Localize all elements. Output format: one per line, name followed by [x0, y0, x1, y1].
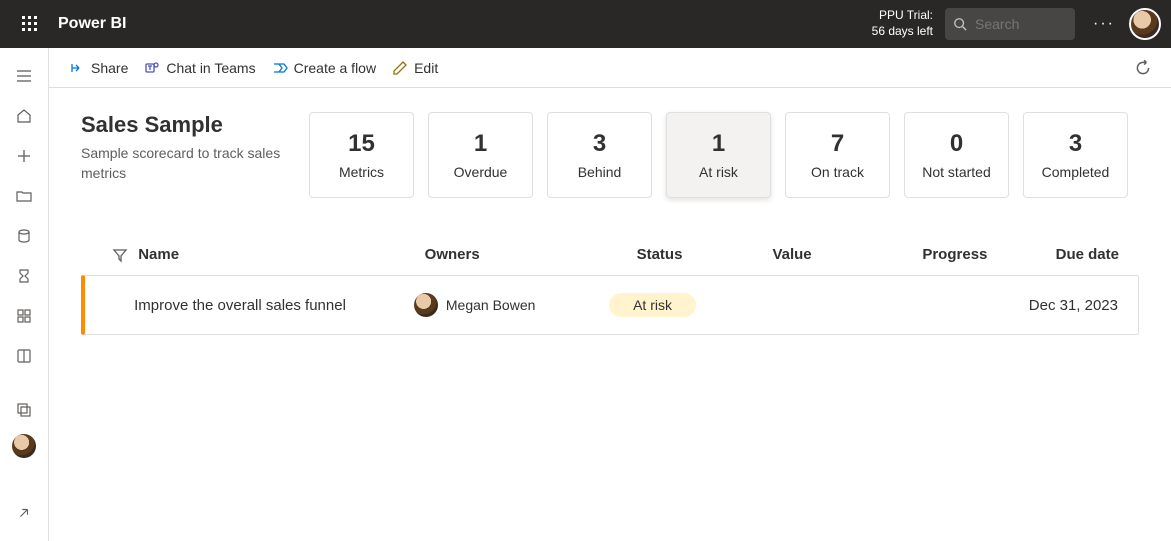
more-options-icon[interactable]: ···: [1093, 15, 1115, 33]
trial-line2: 56 days left: [872, 24, 933, 40]
card-value: 1: [712, 130, 725, 158]
card-label: At risk: [699, 164, 738, 180]
card-label: Completed: [1042, 164, 1110, 180]
owner-name: Megan Bowen: [446, 297, 536, 313]
chat-teams-button[interactable]: Chat in Teams: [136, 52, 263, 84]
trial-info[interactable]: PPU Trial: 56 days left: [872, 8, 933, 39]
search-input-container[interactable]: [945, 8, 1075, 40]
left-nav-rail: [0, 48, 49, 541]
create-flow-button[interactable]: Create a flow: [264, 52, 384, 84]
table-header: Name Owners Status Value Progress Due da…: [81, 234, 1139, 275]
flow-icon: [272, 60, 288, 76]
owner-avatar: [414, 293, 438, 317]
card-value: 3: [1069, 130, 1082, 158]
card-label: On track: [811, 164, 864, 180]
col-due[interactable]: Due date: [1007, 246, 1119, 263]
edit-button[interactable]: Edit: [384, 52, 446, 84]
card-label: Metrics: [339, 164, 384, 180]
share-label: Share: [91, 60, 128, 76]
card-at-risk[interactable]: 1 At risk: [666, 112, 771, 198]
card-label: Not started: [922, 164, 990, 180]
card-metrics[interactable]: 15 Metrics: [309, 112, 414, 198]
edit-label: Edit: [414, 60, 438, 76]
card-behind[interactable]: 3 Behind: [547, 112, 652, 198]
title-block: Sales Sample Sample scorecard to track s…: [81, 112, 291, 183]
share-button[interactable]: Share: [61, 52, 136, 84]
row-status: At risk: [584, 293, 721, 317]
col-status[interactable]: Status: [592, 246, 727, 263]
card-value: 7: [831, 130, 844, 158]
home-icon[interactable]: [4, 96, 44, 136]
row-due: Dec 31, 2023: [1005, 297, 1118, 314]
hamburger-icon[interactable]: [4, 56, 44, 96]
page-subtitle: Sample scorecard to track sales metrics: [81, 144, 291, 183]
learn-icon[interactable]: [4, 336, 44, 376]
teams-icon: [144, 60, 160, 76]
data-hub-icon[interactable]: [4, 216, 44, 256]
brand-label: Power BI: [58, 15, 126, 33]
app-launcher-icon[interactable]: [10, 4, 50, 44]
row-name: Improve the overall sales funnel: [134, 297, 414, 314]
summary-cards: 15 Metrics 1 Overdue 3 Behind 1 At risk …: [309, 112, 1128, 198]
card-overdue[interactable]: 1 Overdue: [428, 112, 533, 198]
row-owner: Megan Bowen: [414, 293, 584, 317]
metrics-icon[interactable]: [4, 256, 44, 296]
status-badge: At risk: [609, 293, 696, 317]
card-value: 3: [593, 130, 606, 158]
col-name[interactable]: Name: [138, 246, 424, 263]
card-value: 1: [474, 130, 487, 158]
create-flow-label: Create a flow: [294, 60, 376, 76]
trial-line1: PPU Trial:: [872, 8, 933, 24]
share-icon: [69, 60, 85, 76]
card-label: Overdue: [454, 164, 508, 180]
col-progress[interactable]: Progress: [857, 246, 1007, 263]
page-toolbar: Share Chat in Teams Create a flow Edit: [49, 48, 1171, 88]
workspace-avatar[interactable]: [12, 434, 36, 458]
chat-teams-label: Chat in Teams: [166, 60, 255, 76]
topbar: Power BI PPU Trial: 56 days left ···: [0, 0, 1171, 48]
card-on-track[interactable]: 7 On track: [785, 112, 890, 198]
card-not-started[interactable]: 0 Not started: [904, 112, 1009, 198]
apps-icon[interactable]: [4, 296, 44, 336]
table-row[interactable]: Improve the overall sales funnel Megan B…: [81, 275, 1139, 335]
search-icon: [953, 17, 967, 31]
pencil-icon: [392, 60, 408, 76]
header-row: Sales Sample Sample scorecard to track s…: [81, 112, 1139, 198]
col-value[interactable]: Value: [727, 246, 857, 263]
refresh-icon: [1134, 59, 1152, 77]
user-avatar[interactable]: [1129, 8, 1161, 40]
card-label: Behind: [578, 164, 622, 180]
main-content: Sales Sample Sample scorecard to track s…: [49, 88, 1171, 541]
card-value: 15: [348, 130, 375, 158]
workspaces-icon[interactable]: [4, 390, 44, 430]
col-owners[interactable]: Owners: [425, 246, 592, 263]
refresh-button[interactable]: [1127, 52, 1159, 84]
search-input[interactable]: [975, 16, 1055, 32]
filter-icon[interactable]: [101, 247, 138, 263]
expand-icon[interactable]: [4, 493, 44, 533]
card-value: 0: [950, 130, 963, 158]
card-completed[interactable]: 3 Completed: [1023, 112, 1128, 198]
create-icon[interactable]: [4, 136, 44, 176]
browse-icon[interactable]: [4, 176, 44, 216]
page-title: Sales Sample: [81, 112, 291, 138]
